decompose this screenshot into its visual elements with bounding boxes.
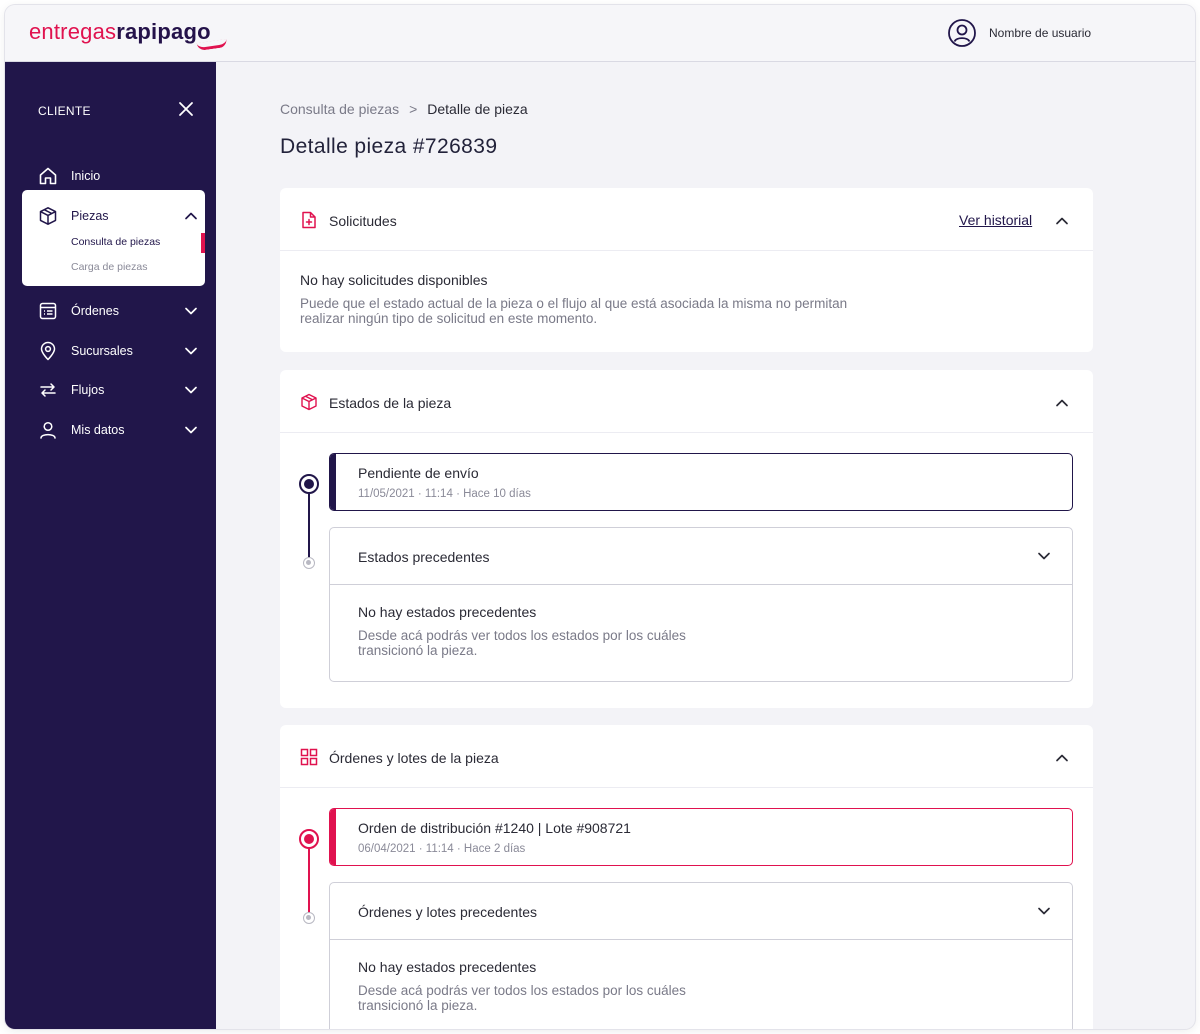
breadcrumb: Consulta de piezas > Detalle de pieza (280, 101, 528, 117)
sidebar-item-label: Flujos (71, 383, 105, 397)
sidebar: CLIENTE Inicio Piezas Consulta de piezas (5, 62, 216, 1029)
sidebar-subitem-carga[interactable]: Carga de piezas (71, 261, 147, 273)
chevron-up-icon[interactable] (1055, 396, 1069, 410)
timeline-dot-fill (304, 834, 314, 844)
sidebar-item-sucursales[interactable]: Sucursales (38, 339, 198, 363)
orders-icon (39, 302, 57, 320)
flows-icon (40, 383, 56, 397)
ordenes-header: Órdenes y lotes de la pieza (280, 725, 1093, 788)
logo-part-1: entregas (29, 19, 117, 44)
estados-empty-desc-1: Desde acá podrás ver todos los estados p… (358, 628, 686, 643)
solicitudes-empty-title: No hay solicitudes disponibles (300, 272, 488, 288)
sidebar-item-flujos[interactable]: Flujos (38, 378, 198, 402)
solicitudes-header: Solicitudes Ver historial (280, 188, 1093, 251)
current-state-meta: 11/05/2021 · 11:14 · Hace 10 días (358, 488, 531, 500)
logo-part-2: rapipago (116, 19, 211, 44)
estados-precedentes-panel: Estados precedentes No hay estados prece… (329, 527, 1073, 682)
chevron-down-icon[interactable] (184, 344, 198, 358)
estados-precedentes-toggle[interactable]: Estados precedentes (330, 528, 1072, 585)
ordenes-empty-desc-1: Desde acá podrás ver todos los estados p… (358, 983, 686, 998)
user-icon (40, 421, 56, 439)
current-order-title: Orden de distribución #1240 | Lote #9087… (358, 820, 631, 836)
state-relative-time: · Hace 10 días (456, 488, 531, 500)
solicitudes-empty-desc-1: Puede que el estado actual de la pieza o… (300, 296, 848, 311)
estados-title: Estados de la pieza (329, 395, 452, 411)
current-state-card[interactable]: Pendiente de envío 11/05/2021 · 11:14 · … (329, 453, 1073, 511)
sidebar-subitem-consulta[interactable]: Consulta de piezas (71, 236, 160, 248)
sidebar-group-piezas: Piezas Consulta de piezas Carga de pieza… (22, 190, 205, 286)
timeline-previous-dot (303, 557, 315, 569)
sidebar-item-mis-datos[interactable]: Mis datos (38, 418, 198, 442)
sidebar-item-ordenes[interactable]: Órdenes (38, 299, 198, 323)
chevron-down-icon[interactable] (184, 304, 198, 318)
app-window: entregasrapipago Nombre de usuario CLIEN… (5, 5, 1195, 1029)
chevron-up-icon[interactable] (1055, 214, 1069, 228)
order-date: 06/04/2021 · 11:14 (358, 843, 454, 855)
sidebar-item-inicio[interactable]: Inicio (38, 164, 198, 188)
ordenes-empty-title: No hay estados precedentes (358, 959, 537, 975)
estados-empty-desc-2: transicionó la pieza. (358, 643, 478, 658)
sidebar-item-piezas[interactable]: Piezas (38, 204, 198, 228)
timeline-current-dot (299, 829, 319, 849)
home-icon (39, 167, 57, 185)
chevron-down-icon[interactable] (184, 423, 198, 437)
breadcrumb-separator: > (409, 101, 418, 117)
box-icon (39, 207, 57, 225)
state-accent-bar (330, 454, 336, 510)
timeline-previous-dot (303, 912, 315, 924)
sidebar-item-label: Órdenes (71, 304, 119, 318)
estados-card: Estados de la pieza Pendiente de envío 1… (280, 370, 1093, 708)
sidebar-item-label: Sucursales (71, 344, 133, 358)
chevron-up-icon[interactable] (184, 209, 198, 223)
location-icon (40, 341, 56, 361)
breadcrumb-parent[interactable]: Consulta de piezas (280, 101, 399, 117)
file-add-icon (302, 211, 316, 229)
grid-icon (300, 748, 318, 766)
ordenes-precedentes-title: Órdenes y lotes precedentes (358, 904, 537, 920)
timeline-line (308, 484, 310, 559)
box-icon (301, 393, 317, 411)
sidebar-heading: CLIENTE (38, 104, 91, 118)
order-accent-bar (330, 809, 336, 865)
ordenes-precedentes-toggle[interactable]: Órdenes y lotes precedentes (330, 883, 1072, 940)
solicitudes-title: Solicitudes (329, 213, 397, 229)
chevron-down-icon[interactable] (1037, 904, 1051, 918)
timeline-current-dot (299, 474, 319, 494)
solicitudes-empty-desc-2: realizar ningún tipo de solicitud en est… (300, 311, 598, 326)
breadcrumb-current: Detalle de pieza (427, 101, 528, 117)
state-date: 11/05/2021 · 11:14 (358, 488, 453, 500)
current-state-title: Pendiente de envío (358, 465, 479, 481)
timeline-dot-fill (306, 560, 311, 565)
current-order-card[interactable]: Orden de distribución #1240 | Lote #9087… (329, 808, 1073, 866)
estados-header: Estados de la pieza (280, 370, 1093, 433)
user-menu[interactable]: Nombre de usuario (947, 18, 1091, 48)
sidebar-item-label: Mis datos (71, 423, 125, 437)
sidebar-item-label: Piezas (71, 209, 109, 223)
estados-empty-title: No hay estados precedentes (358, 604, 537, 620)
timeline-dot-fill (306, 915, 311, 920)
solicitudes-card: Solicitudes Ver historial No hay solicit… (280, 188, 1093, 352)
ver-historial-link[interactable]: Ver historial (959, 212, 1032, 228)
close-icon[interactable] (178, 101, 194, 117)
brand-logo[interactable]: entregasrapipago (29, 19, 228, 52)
ordenes-card: Órdenes y lotes de la pieza Orden de dis… (280, 725, 1093, 1029)
estados-precedentes-title: Estados precedentes (358, 549, 490, 565)
sidebar-item-label: Inicio (71, 169, 101, 183)
chevron-up-icon[interactable] (1055, 751, 1069, 765)
ordenes-title: Órdenes y lotes de la pieza (329, 750, 499, 766)
ordenes-precedentes-panel: Órdenes y lotes precedentes No hay estad… (329, 882, 1073, 1029)
page-title: Detalle pieza #726839 (280, 135, 498, 158)
active-indicator (201, 233, 205, 253)
ordenes-empty-desc-2: transicionó la pieza. (358, 998, 478, 1013)
timeline-line (308, 839, 310, 914)
user-circle-icon (948, 19, 976, 47)
order-relative-time: · Hace 2 días (456, 843, 526, 855)
timeline-dot-fill (304, 479, 314, 489)
user-name: Nombre de usuario (989, 26, 1092, 40)
current-order-meta: 06/04/2021 · 11:14 · Hace 2 días (358, 843, 525, 855)
chevron-down-icon[interactable] (184, 383, 198, 397)
chevron-down-icon[interactable] (1037, 549, 1051, 563)
top-bar: entregasrapipago Nombre de usuario (5, 5, 1195, 62)
